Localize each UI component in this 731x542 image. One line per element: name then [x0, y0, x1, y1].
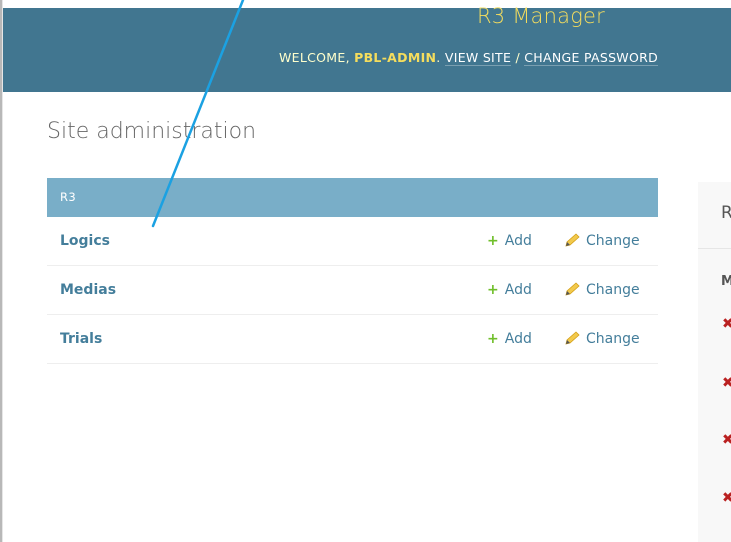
change-logics-link[interactable]: Change	[564, 217, 640, 265]
model-row-medias: Medias + Add Change	[47, 266, 658, 315]
change-trials-link[interactable]: Change	[564, 315, 640, 363]
x-icon: ✖	[722, 490, 731, 506]
x-icon: ✖	[722, 375, 731, 391]
my-actions-heading: M	[721, 274, 731, 289]
x-icon: ✖	[722, 316, 731, 332]
plus-icon: +	[487, 282, 499, 298]
recent-actions-panel: R M ✖ ✖ ✖ ✖	[698, 182, 731, 542]
add-medias-link[interactable]: + Add	[487, 266, 532, 314]
user-tools: WELCOME, PBL-ADMIN. VIEW SITE / CHANGE P…	[279, 50, 659, 66]
plus-icon: +	[487, 331, 499, 347]
sep-slash: /	[515, 50, 520, 65]
change-medias-link[interactable]: Change	[564, 266, 640, 314]
change-label: Change	[586, 282, 640, 298]
model-link-trials[interactable]: Trials	[60, 315, 102, 363]
model-row-trials: Trials + Add Change	[47, 315, 658, 364]
model-link-medias[interactable]: Medias	[60, 266, 116, 314]
view-site-link[interactable]: VIEW SITE	[444, 50, 512, 66]
model-link-logics[interactable]: Logics	[60, 217, 110, 265]
add-logics-link[interactable]: + Add	[487, 217, 532, 265]
pencil-icon	[565, 282, 580, 296]
add-trials-link[interactable]: + Add	[487, 315, 532, 363]
top-gap	[3, 0, 731, 8]
sep-dot: .	[436, 50, 441, 65]
pencil-icon	[565, 233, 580, 247]
username: PBL-ADMIN	[354, 50, 437, 65]
x-icon: ✖	[722, 432, 731, 448]
page-title: Site administration	[47, 119, 257, 144]
add-label: Add	[504, 331, 532, 347]
change-password-link[interactable]: CHANGE PASSWORD	[524, 50, 659, 66]
add-label: Add	[504, 233, 532, 249]
site-brand[interactable]: R3 Manager	[477, 4, 605, 28]
site-header: R3 Manager WELCOME, PBL-ADMIN. VIEW SITE…	[3, 4, 731, 92]
change-label: Change	[586, 331, 640, 347]
app-module-r3: R3 Logics + Add Change Medias + Add Change…	[47, 178, 658, 364]
recent-actions-heading: R	[721, 203, 731, 223]
change-label: Change	[586, 233, 640, 249]
pencil-icon	[565, 331, 580, 345]
recent-actions-divider	[698, 248, 731, 249]
add-label: Add	[504, 282, 532, 298]
app-caption[interactable]: R3	[47, 178, 658, 217]
welcome-text: WELCOME,	[279, 50, 350, 65]
model-row-logics: Logics + Add Change	[47, 217, 658, 266]
plus-icon: +	[487, 233, 499, 249]
